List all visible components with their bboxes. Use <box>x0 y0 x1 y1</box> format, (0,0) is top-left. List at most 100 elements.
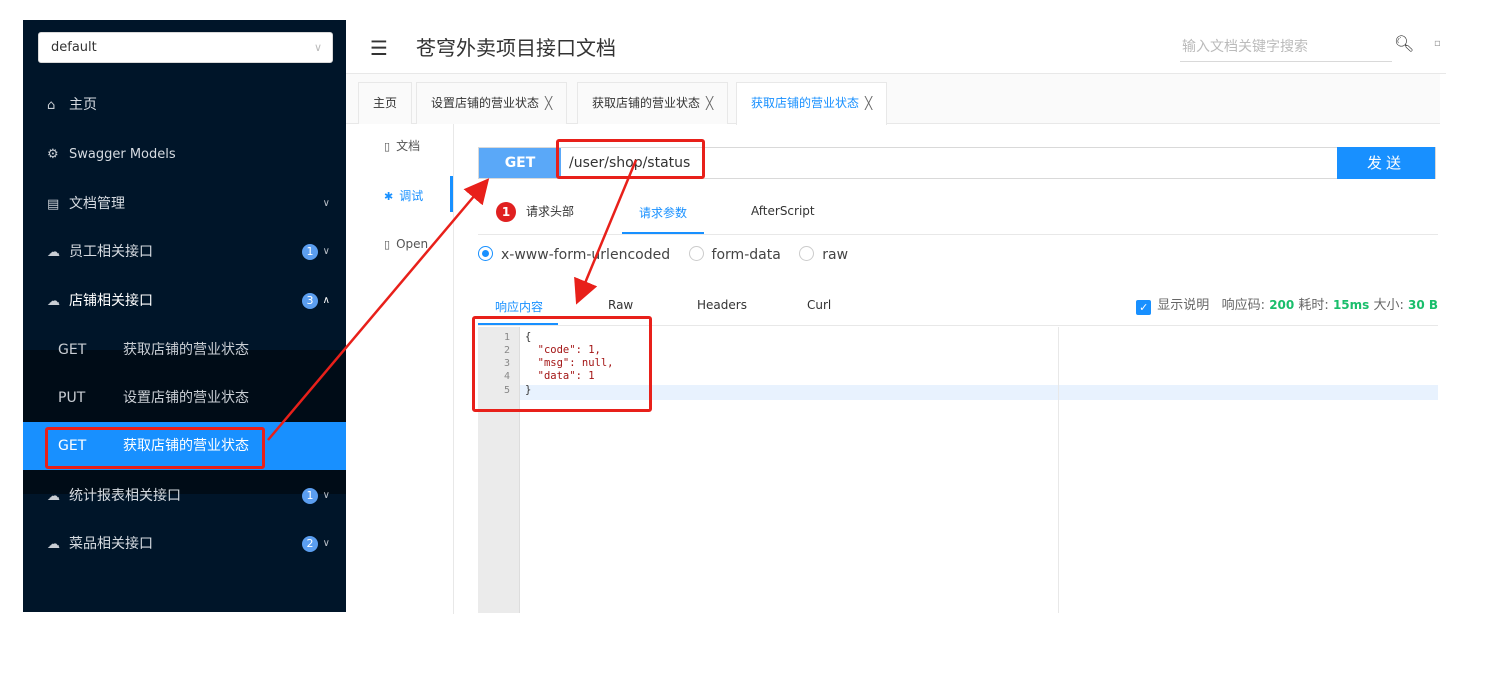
radio-dot <box>478 246 493 261</box>
size-label: 大小: <box>1373 298 1404 313</box>
menu-label: 菜品相关接口 <box>69 536 153 552</box>
subnav-label: 调试 <box>399 189 424 203</box>
document-icon: ▤ <box>47 197 60 212</box>
tab-after-script[interactable]: AfterScript <box>751 204 815 218</box>
sub-item-label: 设置店铺的营业状态 <box>123 390 249 406</box>
tab-get-status-active[interactable]: 获取店铺的营业状态 ╳ <box>736 82 888 125</box>
active-tab-underline <box>622 232 704 234</box>
subnav-doc[interactable]: ▯ 文档 <box>384 137 420 154</box>
method-button[interactable]: GET <box>479 148 561 178</box>
annotation-box-url <box>556 139 705 179</box>
tab-get-status[interactable]: 获取店铺的营业状态 ╳ <box>577 82 729 124</box>
radio-dot <box>688 246 704 261</box>
tab-label: 获取店铺的营业状态 <box>592 96 701 110</box>
menu-item-dish[interactable]: ☁ 菜品相关接口 2 ∨ <box>23 520 346 568</box>
cloud-icon: ☁ <box>47 245 60 260</box>
method-label: GET <box>58 342 87 358</box>
sidebar: default ∨ ⌂ 主页 ⚙ Swagger Models ▤ 文档管理 ∨ ☁ 员… <box>23 20 346 612</box>
ptab-label: AfterScript <box>751 204 815 218</box>
chevron-down-icon: ∨ <box>322 490 330 501</box>
tab-response-headers[interactable]: Headers <box>697 298 747 312</box>
annotation-box-sidebar <box>45 427 265 469</box>
sub-item-get-status[interactable]: GET 获取店铺的营业状态 <box>23 326 346 374</box>
menu-item-home[interactable]: ⌂ 主页 <box>23 81 346 129</box>
code-label: 响应码: <box>1221 298 1266 313</box>
annotation-box-response <box>472 316 652 412</box>
tab-set-status[interactable]: 设置店铺的营业状态 ╳ <box>416 82 568 124</box>
file-icon: ▯ <box>384 238 391 251</box>
close-icon[interactable]: ╳ <box>706 96 713 110</box>
page-title: 苍穹外卖项目接口文档 <box>416 36 616 60</box>
menu-label: 员工相关接口 <box>69 244 153 260</box>
radio-urlencoded[interactable]: x-www-form-urlencoded <box>478 246 670 263</box>
menu-item-report[interactable]: ☁ 统计报表相关接口 1 ∨ <box>23 472 346 520</box>
subnav-debug[interactable]: ✱ 调试 <box>384 187 423 204</box>
status-code: 200 <box>1269 298 1295 312</box>
menu-item-swagger-models[interactable]: ⚙ Swagger Models <box>23 131 346 179</box>
tab-home[interactable]: 主页 <box>358 82 413 124</box>
search-input[interactable] <box>1180 32 1392 62</box>
method-label: PUT <box>58 390 86 406</box>
param-tabs: 1 请求头部 请求参数 AfterScript <box>478 194 1438 235</box>
subnav-label: 文档 <box>396 139 421 153</box>
send-button[interactable]: 发送 <box>1337 147 1435 179</box>
group-select[interactable]: default ∨ <box>38 32 333 63</box>
more-icon[interactable]: ▫ <box>1434 38 1441 49</box>
close-icon[interactable]: ╳ <box>545 96 552 110</box>
show-desc-label: 显示说明 <box>1157 298 1210 313</box>
tab-request-headers[interactable]: 1 请求头部 <box>496 202 574 222</box>
response-size: 30 B <box>1407 298 1438 312</box>
menu-item-shop[interactable]: ☁ 店铺相关接口 3 ∧ <box>23 277 346 325</box>
radio-label: form-data <box>711 247 781 263</box>
radio-raw[interactable]: raw <box>799 246 848 263</box>
count-badge: 1 <box>302 244 318 260</box>
chevron-down-icon: ∨ <box>322 246 330 257</box>
home-icon: ⌂ <box>47 98 56 113</box>
sub-item-label: 获取店铺的营业状态 <box>123 342 249 358</box>
search-icon[interactable]: 🔍︎ <box>1394 34 1414 53</box>
radio-label: x-www-form-urlencoded <box>501 247 671 263</box>
count-badge: 1 <box>302 488 318 504</box>
cloud-icon: ☁ <box>47 489 60 504</box>
count-badge: 3 <box>302 293 318 309</box>
editor-divider <box>1058 327 1059 613</box>
cloud-icon: ☁ <box>47 537 60 552</box>
chevron-down-icon: ∨ <box>322 538 330 549</box>
sub-item-put-status[interactable]: PUT 设置店铺的营业状态 <box>23 374 346 422</box>
close-icon[interactable]: ╳ <box>865 96 872 110</box>
count-badge: 2 <box>302 536 318 552</box>
bug-icon: ✱ <box>384 190 394 203</box>
headers-count-badge: 1 <box>496 202 516 222</box>
ptab-label: 请求参数 <box>639 206 688 220</box>
menu-label: 统计报表相关接口 <box>69 488 181 504</box>
subnav-open[interactable]: ▯ Open <box>384 237 428 251</box>
time-label: 耗时: <box>1298 298 1329 313</box>
menu-toggle-icon[interactable]: ☰ <box>370 36 388 60</box>
chevron-down-icon: ∨ <box>322 198 330 209</box>
subnav-label: Open <box>396 237 429 251</box>
cloud-icon: ☁ <box>47 294 60 309</box>
active-indicator <box>450 176 453 212</box>
radio-form-data[interactable]: form-data <box>688 246 781 263</box>
radio-label: raw <box>822 247 849 263</box>
tab-label: 主页 <box>373 96 398 110</box>
radio-dot <box>799 246 815 261</box>
response-time: 15ms <box>1332 298 1370 312</box>
menu-label: Swagger Models <box>69 147 176 162</box>
tab-bar: 主页 设置店铺的营业状态 ╳ 获取店铺的营业状态 ╳ 获取店铺的营业状态 ╳ <box>346 74 1440 125</box>
tab-response-raw[interactable]: Raw <box>608 298 633 312</box>
show-desc-checkbox[interactable]: ✓ <box>1136 300 1152 315</box>
api-subnav: ▯ 文档 ✱ 调试 ▯ Open <box>346 124 454 614</box>
document-icon: ▯ <box>384 140 391 153</box>
menu-label: 店铺相关接口 <box>69 293 153 309</box>
menu-label: 文档管理 <box>69 196 125 212</box>
header: ☰ 苍穹外卖项目接口文档 🔍︎ ▫ <box>346 20 1446 74</box>
models-icon: ⚙ <box>47 147 59 162</box>
menu-item-employee[interactable]: ☁ 员工相关接口 1 ∨ <box>23 228 346 276</box>
chevron-up-icon: ∧ <box>322 295 330 306</box>
tab-label: 设置店铺的营业状态 <box>431 96 540 110</box>
tab-response-curl[interactable]: Curl <box>807 298 831 312</box>
menu-item-doc-manage[interactable]: ▤ 文档管理 ∨ <box>23 180 346 228</box>
tab-request-params[interactable]: 请求参数 <box>639 204 687 221</box>
tab-response-content[interactable]: 响应内容 <box>495 298 543 315</box>
